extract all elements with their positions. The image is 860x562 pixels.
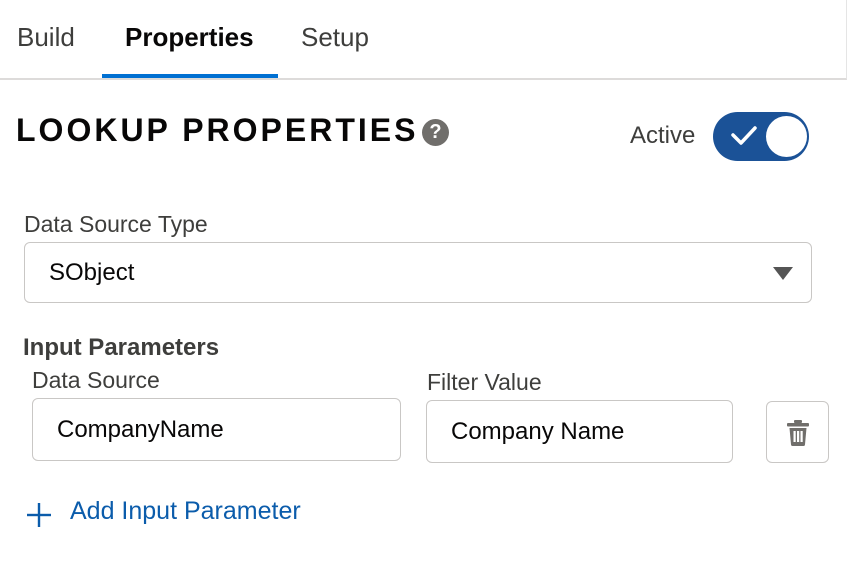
add-input-parameter-label: Add Input Parameter [70, 497, 301, 525]
toggle-knob [766, 116, 807, 157]
tab-build[interactable]: Build [17, 22, 75, 53]
tab-properties[interactable]: Properties [125, 22, 254, 53]
checkmark-icon [731, 126, 757, 145]
delete-parameter-button[interactable] [766, 401, 829, 463]
plus-icon [27, 503, 51, 527]
trash-icon [787, 420, 809, 446]
chevron-down-icon [773, 267, 793, 280]
active-tab-indicator [102, 74, 278, 78]
data-source-type-label: Data Source Type [24, 211, 208, 237]
data-source-label: Data Source [32, 367, 160, 393]
active-label: Active [630, 122, 696, 149]
tab-setup[interactable]: Setup [301, 22, 369, 53]
tab-bar: Build Properties Setup [0, 0, 847, 80]
section-title: LOOKUP PROPERTIES [16, 112, 419, 148]
active-toggle[interactable] [713, 112, 809, 161]
input-parameters-heading: Input Parameters [23, 334, 220, 361]
data-source-type-value: SObject [49, 259, 135, 286]
filter-value-label: Filter Value [427, 369, 542, 395]
data-source-input[interactable] [32, 398, 401, 461]
filter-value-input[interactable] [426, 400, 733, 463]
data-source-type-select[interactable]: SObject [24, 242, 812, 303]
help-icon[interactable]: ? [422, 119, 449, 146]
